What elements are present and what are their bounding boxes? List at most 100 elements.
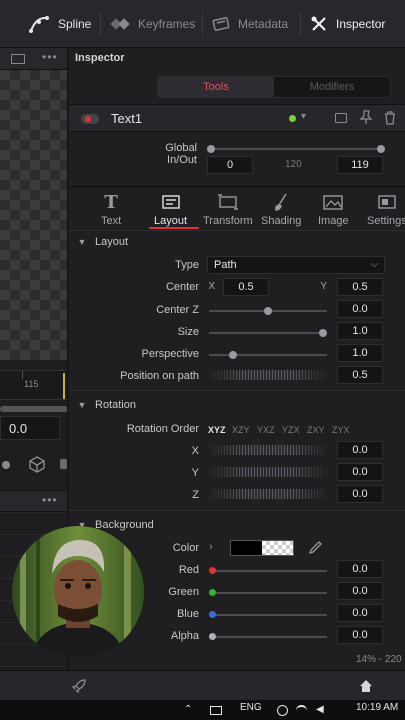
in-point-handle[interactable] xyxy=(207,145,215,153)
wifi-icon[interactable] xyxy=(296,705,307,716)
tab-layout[interactable]: Layout xyxy=(154,187,187,231)
node-enable-toggle[interactable] xyxy=(81,114,99,124)
window-icon[interactable] xyxy=(11,54,25,64)
global-in-out-range[interactable] xyxy=(207,145,385,153)
out-point-handle[interactable] xyxy=(377,145,385,153)
node-status-dot[interactable] xyxy=(289,115,296,122)
rotation-x-thumbwheel[interactable] xyxy=(207,445,329,455)
inspector-tabs: T Text Layout Transform Shading Image Se… xyxy=(69,186,405,230)
tab-settings[interactable]: Settings xyxy=(367,187,405,231)
center-y-field[interactable]: 0.5 xyxy=(337,278,383,296)
global-out-field[interactable]: 119 xyxy=(337,156,383,174)
tab-transform-label: Transform xyxy=(203,215,253,227)
rotation-order-xzy[interactable]: XZY xyxy=(232,425,250,435)
tab-text[interactable]: T Text xyxy=(101,187,121,231)
pin-icon[interactable] xyxy=(359,109,373,128)
center-z-handle[interactable] xyxy=(264,307,272,315)
more-options-icon[interactable]: ••• xyxy=(42,493,58,507)
background-color-swatch[interactable] xyxy=(230,540,294,556)
rotation-y-thumbwheel[interactable] xyxy=(207,467,329,477)
tab-transform[interactable]: Transform xyxy=(203,187,253,231)
inspector-title: Inspector xyxy=(75,52,125,64)
chevron-up-icon[interactable]: ⌃ xyxy=(184,704,192,715)
tab-shading[interactable]: Shading xyxy=(261,187,301,231)
rotation-order-zxy[interactable]: ZXY xyxy=(307,425,325,435)
eyedropper-icon[interactable] xyxy=(307,540,323,559)
chevron-down-icon[interactable]: ▾ xyxy=(301,111,306,122)
alpha-field[interactable]: 0.0 xyxy=(337,626,383,644)
perspective-field[interactable]: 1.0 xyxy=(337,344,383,362)
rotation-y-label: Y xyxy=(191,467,199,479)
rotation-x-field[interactable]: 0.0 xyxy=(337,441,383,459)
tab-settings-label: Settings xyxy=(367,215,405,227)
red-field[interactable]: 0.0 xyxy=(337,560,383,578)
layout-section-header[interactable]: ▼ Layout xyxy=(69,232,405,252)
network-icon[interactable] xyxy=(210,706,222,715)
center-z-slider[interactable] xyxy=(209,307,327,315)
segment-modifiers[interactable]: Modifiers xyxy=(274,77,390,97)
settings-tab-icon xyxy=(376,192,398,212)
position-on-path-field[interactable]: 0.5 xyxy=(337,366,383,384)
rotation-z-thumbwheel[interactable] xyxy=(207,489,329,499)
perspective-slider[interactable] xyxy=(209,351,327,359)
tab-image[interactable]: Image xyxy=(318,187,349,231)
position-on-path-thumbwheel[interactable] xyxy=(207,370,329,380)
green-field[interactable]: 0.0 xyxy=(337,582,383,600)
viewer-value-field[interactable]: 0.0 xyxy=(0,416,60,440)
dot-icon[interactable] xyxy=(2,461,10,469)
rotation-z-field[interactable]: 0.0 xyxy=(337,485,383,503)
size-field[interactable]: 1.0 xyxy=(337,322,383,340)
timeline-ruler[interactable]: 115 xyxy=(0,370,67,400)
more-options-icon[interactable]: ••• xyxy=(42,50,58,64)
segment-tools[interactable]: Tools xyxy=(158,77,274,97)
home-icon[interactable] xyxy=(358,678,374,697)
viewer-canvas[interactable] xyxy=(0,70,67,360)
green-handle[interactable] xyxy=(209,589,216,596)
alpha-handle[interactable] xyxy=(209,633,216,640)
size-handle[interactable] xyxy=(319,329,327,337)
red-handle[interactable] xyxy=(209,567,216,574)
image-tab-icon xyxy=(322,192,344,212)
center-z-field[interactable]: 0.0 xyxy=(337,300,383,318)
rotation-order-xyz[interactable]: XYZ xyxy=(208,425,226,435)
cube-icon[interactable] xyxy=(28,455,46,476)
alpha-slider[interactable] xyxy=(209,633,327,640)
tab-spline[interactable]: Spline xyxy=(28,0,91,48)
top-tab-bar: Spline Keyframes Metadata Inspector xyxy=(0,0,405,48)
bottom-page-bar xyxy=(0,670,405,700)
background-section-header[interactable]: ▼ Background xyxy=(69,515,405,535)
rocket-icon[interactable] xyxy=(70,677,88,698)
blue-handle[interactable] xyxy=(209,611,216,618)
type-label: Type xyxy=(175,259,199,271)
globe-icon[interactable] xyxy=(277,705,288,716)
center-x-field[interactable]: 0.5 xyxy=(223,278,269,296)
rotation-order-zyx[interactable]: ZYX xyxy=(332,425,350,435)
shading-tab-icon xyxy=(271,192,291,212)
rotation-order-yzx[interactable]: YZX xyxy=(282,425,300,435)
viewer-scrollbar[interactable] xyxy=(0,406,67,412)
blue-field[interactable]: 0.0 xyxy=(337,604,383,622)
rotation-order-yxz[interactable]: YXZ xyxy=(257,425,275,435)
volume-icon[interactable]: ◀ xyxy=(316,704,324,715)
size-slider[interactable] xyxy=(209,329,327,337)
global-range-length: 120 xyxy=(285,159,302,170)
tab-metadata[interactable]: Metadata xyxy=(202,0,288,48)
green-slider[interactable] xyxy=(209,589,327,596)
playhead-marker[interactable] xyxy=(63,373,65,399)
perspective-handle[interactable] xyxy=(229,351,237,359)
collapse-panels-icon[interactable] xyxy=(335,113,347,123)
chevron-right-icon[interactable]: › xyxy=(209,541,213,553)
reset-icon[interactable] xyxy=(383,110,397,129)
clock[interactable]: 10:19 AM xyxy=(356,702,398,713)
red-slider[interactable] xyxy=(209,567,327,574)
scroll-icon[interactable] xyxy=(60,459,67,469)
language-indicator[interactable]: ENG xyxy=(240,702,262,713)
tab-keyframes[interactable]: Keyframes xyxy=(100,0,195,48)
rotation-order-label: Rotation Order xyxy=(126,423,199,435)
global-in-field[interactable]: 0 xyxy=(207,156,253,174)
blue-slider[interactable] xyxy=(209,611,327,618)
rotation-section-header[interactable]: ▼ Rotation xyxy=(69,395,405,415)
tab-inspector[interactable]: Inspector xyxy=(300,0,385,48)
rotation-y-field[interactable]: 0.0 xyxy=(337,463,383,481)
type-dropdown[interactable]: Path ⌵ xyxy=(207,256,385,274)
